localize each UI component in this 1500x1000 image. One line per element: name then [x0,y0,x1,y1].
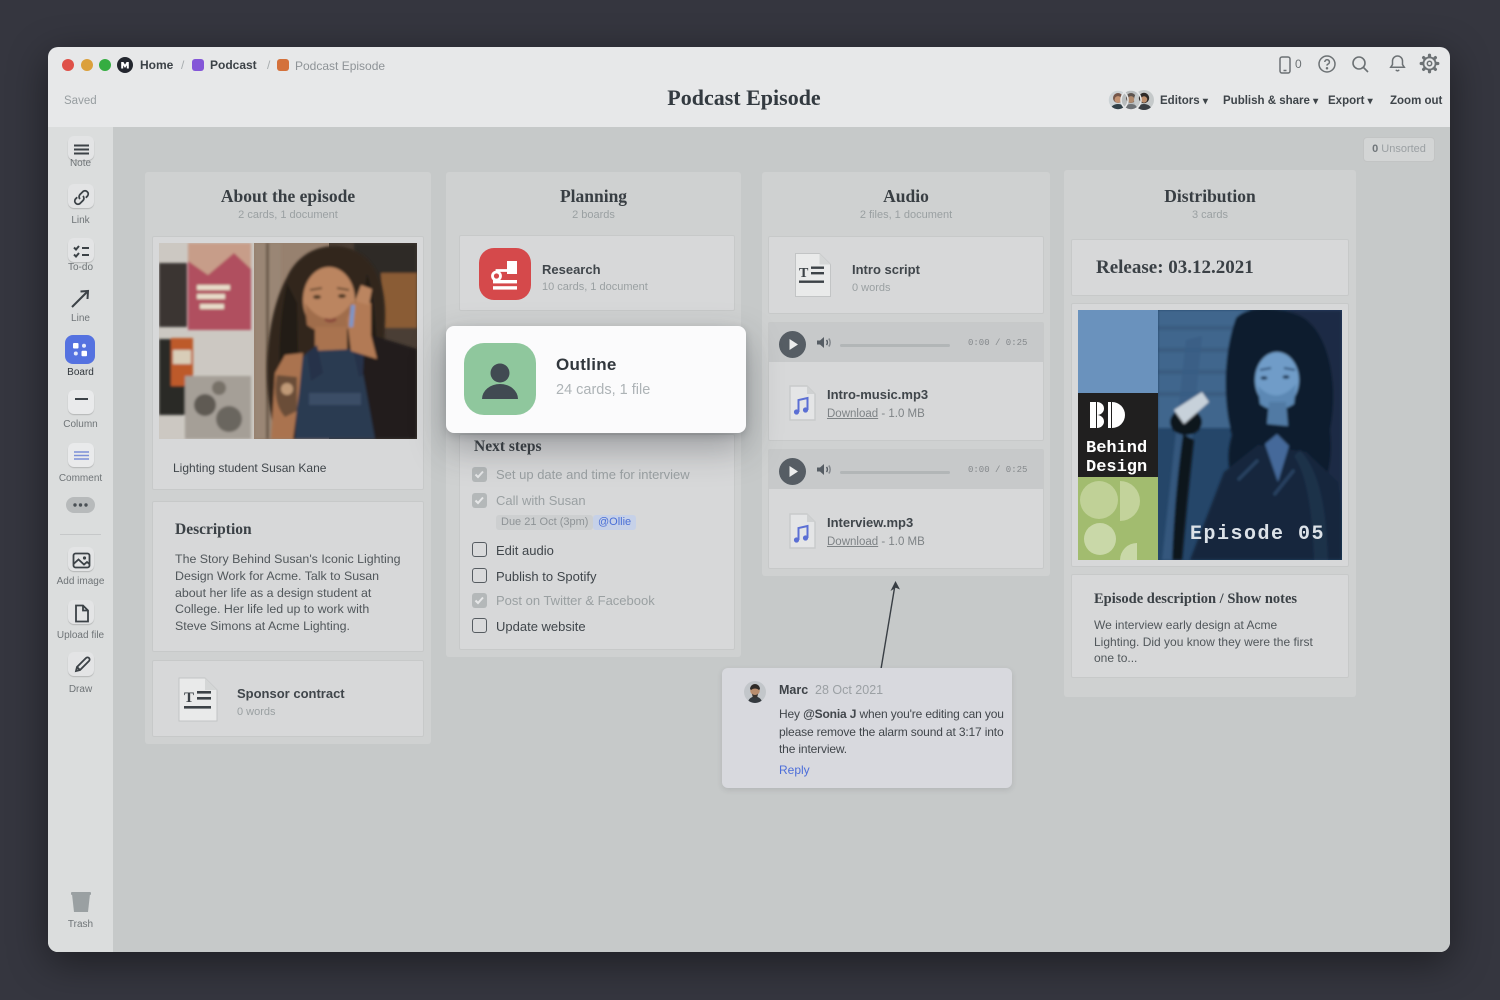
svg-text:T: T [799,266,809,281]
svg-text:Episode 05: Episode 05 [1190,523,1325,546]
svg-text:Behind: Behind [1086,439,1147,458]
svg-text:Design: Design [1086,458,1147,477]
svg-text:T: T [184,690,194,706]
